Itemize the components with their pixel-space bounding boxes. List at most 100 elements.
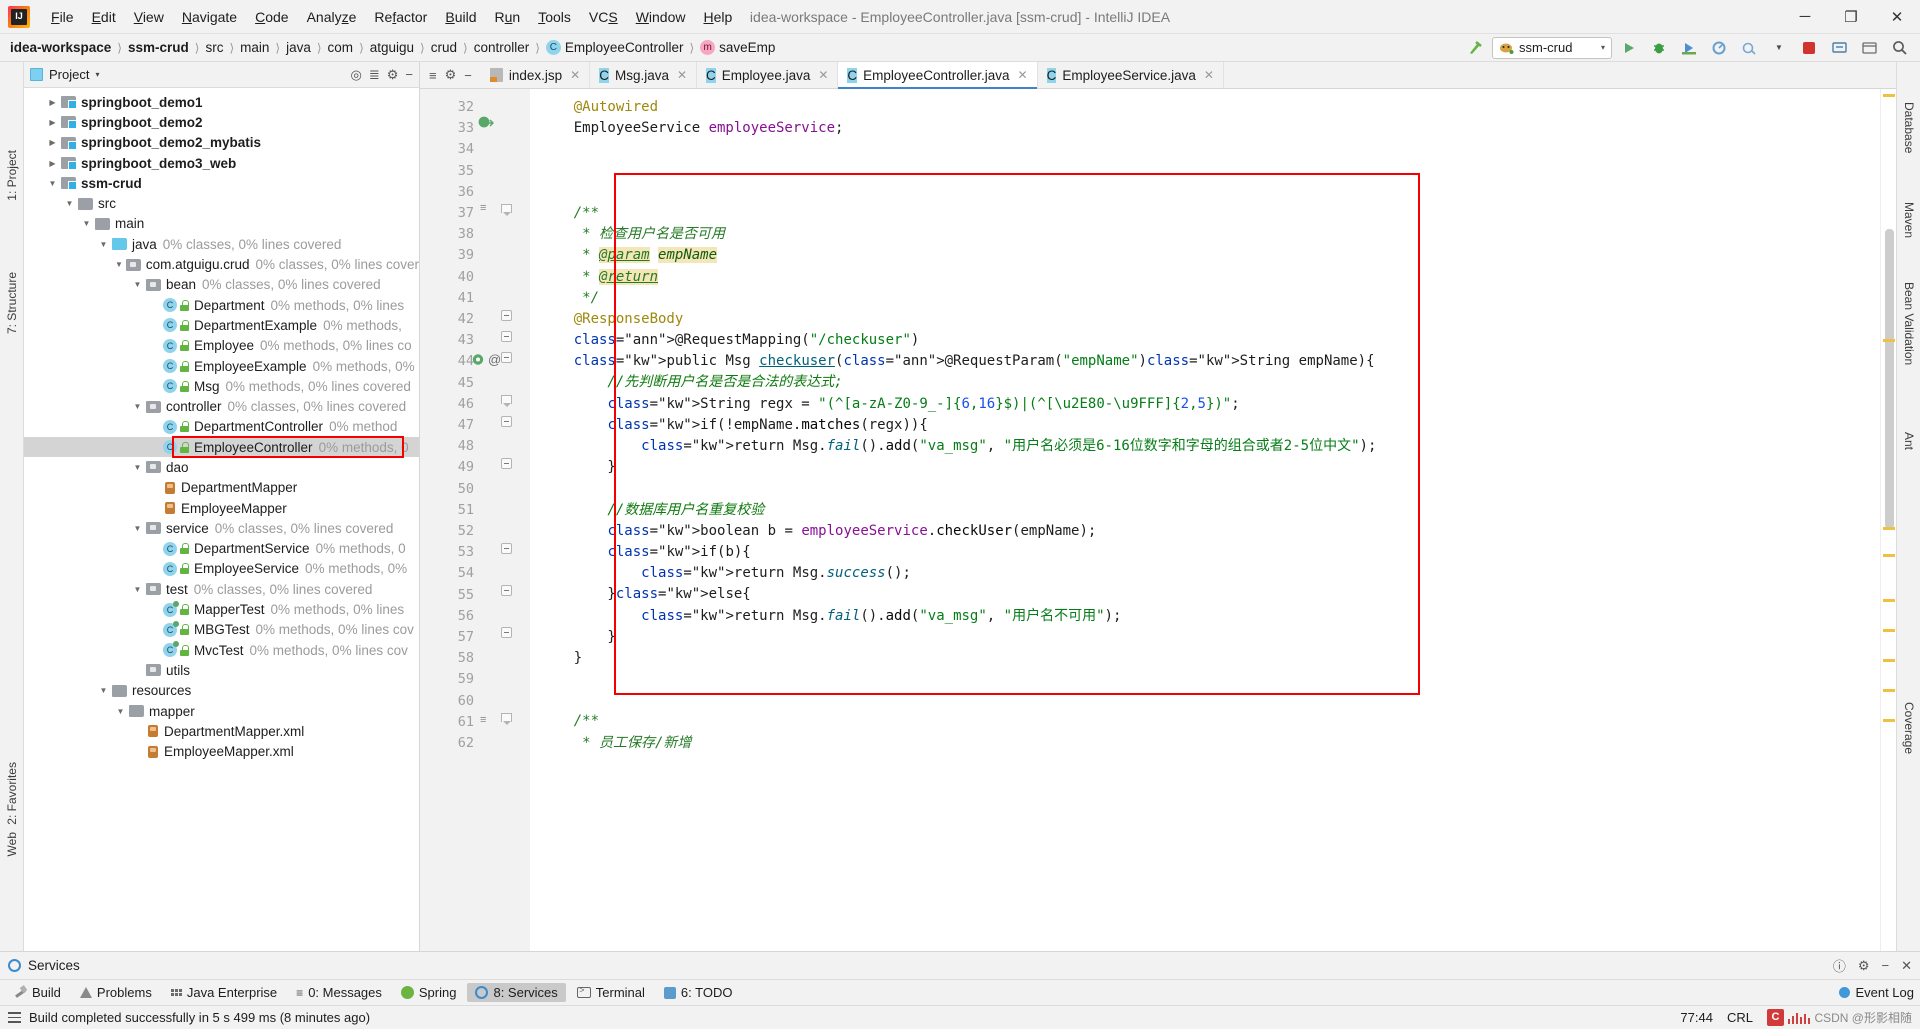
chevron-down-icon[interactable]: ▾ [95,70,99,79]
warning-marker[interactable] [1883,554,1895,557]
search-icon[interactable] [1886,37,1912,59]
chevron-down-icon[interactable]: ▼ [115,706,126,717]
tool-button-problems[interactable]: Problems [72,983,160,1002]
side-tab-web[interactable]: Web [5,832,19,856]
close-icon[interactable]: ✕ [1018,68,1028,82]
side-tab-ant[interactable]: Ant [1902,432,1916,450]
warning-marker[interactable] [1883,527,1895,530]
breadcrumb-item-method[interactable]: saveEmp [719,40,775,55]
spring-bean-icon[interactable]: @ [472,352,501,367]
tree-node-com-atguigu-crud[interactable]: ▼ com.atguigu.crud 0% classes, 0% lines co… [24,254,419,274]
tree-node-resources[interactable]: ▼ resources [24,681,419,701]
coverage-icon[interactable] [1676,37,1702,59]
menu-item-analyze[interactable]: Analyze [298,5,366,29]
chevron-down-icon[interactable]: ▾ [1601,43,1605,52]
close-icon[interactable]: ✕ [570,68,580,82]
tab-employeecontroller-java[interactable]: C EmployeeController.java ✕ [838,62,1038,89]
pin-icon[interactable]: ⚙ [445,67,457,83]
fold-region-icon[interactable] [501,331,512,342]
tool-button-services[interactable]: 8: Services [467,983,566,1002]
chevron-down-icon[interactable]: ▼ [47,178,58,189]
tree-node-departmentservice[interactable]: ▶C DepartmentService 0% methods, 0 [24,539,419,559]
tree-node-employeemapper[interactable]: ▶ EmployeeMapper [24,498,419,518]
settings-icon[interactable] [1856,37,1882,59]
tree-node-departmentexample[interactable]: ▶C DepartmentExample 0% methods, [24,315,419,335]
chevron-down-icon[interactable]: ▼ [132,462,143,473]
editor-gutter[interactable]: 32 33 34 35 36 37 38 39 40 41 42 43 44 45 46 47 48 49 50 51… [420,89,530,951]
side-tab-structure[interactable]: 7: Structure [5,272,19,334]
tree-node-java[interactable]: ▼ java 0% classes, 0% lines covered [24,234,419,254]
chevron-down-icon[interactable]: ▼ [132,401,143,412]
breadcrumb-item-workspace[interactable]: idea-workspace [10,40,111,55]
tree-node-ssm-crud[interactable]: ▼ ssm-crud [24,173,419,193]
breadcrumb[interactable]: idea-workspace ⟩ ssm-crud ⟩ src ⟩ main ⟩… [10,40,775,55]
menu-item-edit[interactable]: Edit [83,5,125,29]
breadcrumb-item-controller[interactable]: controller [474,40,530,55]
menu-item-vcs[interactable]: VCS [580,5,627,29]
breadcrumb-item-src[interactable]: src [205,40,223,55]
menu-item-code[interactable]: Code [246,5,297,29]
chevron-down-icon[interactable]: ▼ [81,218,92,229]
breadcrumb-item-class[interactable]: EmployeeController [565,40,684,55]
caret-position[interactable]: 77:44 [1680,1010,1713,1025]
tree-node-departmentmapper[interactable]: ▶ DepartmentMapper [24,478,419,498]
debug-icon[interactable] [1646,37,1672,59]
menu-item-tools[interactable]: Tools [529,5,580,29]
chevron-right-icon[interactable]: ▶ [47,137,58,148]
tree-node-springboot-demo2-mybatis[interactable]: ▶ springboot_demo2_mybatis [24,133,419,153]
main-menu[interactable]: File Edit View Navigate Code Analyze Ref… [42,5,741,29]
minimize-icon[interactable]: − [1882,958,1890,973]
fold-region-icon[interactable] [501,713,512,725]
fold-region-icon[interactable] [501,627,512,638]
tree-node-departmentcontroller[interactable]: ▶C DepartmentController 0% method [24,417,419,437]
help-icon[interactable]: ⓘ [1833,956,1846,975]
tree-node-utils[interactable]: ▶ utils [24,660,419,680]
close-icon[interactable]: ✕ [818,68,828,82]
tree-node-springboot-demo2[interactable]: ▶ springboot_demo2 [24,112,419,132]
tree-node-test[interactable]: ▼ test 0% classes, 0% lines covered [24,579,419,599]
fold-region-icon[interactable] [501,310,512,321]
side-tab-coverage[interactable]: Coverage [1902,702,1916,754]
tree-node-service[interactable]: ▼ service 0% classes, 0% lines covered [24,518,419,538]
menu-item-build[interactable]: Build [436,5,485,29]
attach-icon[interactable] [1736,37,1762,59]
breadcrumb-item-atguigu[interactable]: atguigu [370,40,414,55]
tool-button-messages[interactable]: ≡ 0: Messages [288,983,390,1002]
tool-button-terminal[interactable]: Terminal [569,983,653,1002]
run-icon[interactable] [1616,37,1642,59]
window-controls[interactable]: ─ ❐ ✕ [1782,0,1920,33]
tree-node-springboot-demo1[interactable]: ▶ springboot_demo1 [24,92,419,112]
update-icon[interactable] [1826,37,1852,59]
menu-item-help[interactable]: Help [695,5,742,29]
chevron-down-icon[interactable]: ▼ [1766,37,1792,59]
minimize-button[interactable]: ─ [1782,0,1828,33]
tree-node-dao[interactable]: ▼ dao [24,457,419,477]
tree-node-src[interactable]: ▼ src [24,193,419,213]
tab-employeeservice-java[interactable]: C EmployeeService.java ✕ [1038,62,1224,88]
profile-icon[interactable] [1706,37,1732,59]
tool-button-build[interactable]: Build [6,983,69,1002]
sort-icon[interactable]: ≡ [429,68,437,83]
tool-button-todo[interactable]: 6: TODO [656,983,741,1002]
fold-region-icon[interactable] [501,585,512,596]
menu-item-file[interactable]: File [42,5,83,29]
side-tab-database[interactable]: Database [1902,102,1916,153]
tree-node-mapper[interactable]: ▼ mapper [24,701,419,721]
maximize-button[interactable]: ❐ [1828,0,1874,33]
fold-region-icon[interactable] [501,458,512,469]
collapse-all-icon[interactable]: ≣ [369,67,380,83]
settings-gear-icon[interactable]: ⚙ [387,67,399,83]
chevron-down-icon[interactable]: ▼ [132,584,143,595]
chevron-right-icon[interactable]: ▶ [47,158,58,169]
chevron-down-icon[interactable]: ▼ [64,198,75,209]
fold-region-icon[interactable] [501,204,512,216]
scrollbar-thumb[interactable] [1885,229,1894,529]
chevron-right-icon[interactable]: ▶ [47,97,58,108]
editor-markers-column[interactable] [1880,89,1896,951]
chevron-down-icon[interactable]: ▼ [98,685,109,696]
warning-marker[interactable] [1883,339,1895,342]
tree-node-employeeexample[interactable]: ▶C EmployeeExample 0% methods, 0% [24,356,419,376]
close-icon[interactable]: ✕ [677,68,687,82]
tree-node-mvctest[interactable]: ▶C MvcTest 0% methods, 0% lines cov [24,640,419,660]
chevron-down-icon[interactable]: ▼ [132,523,143,534]
